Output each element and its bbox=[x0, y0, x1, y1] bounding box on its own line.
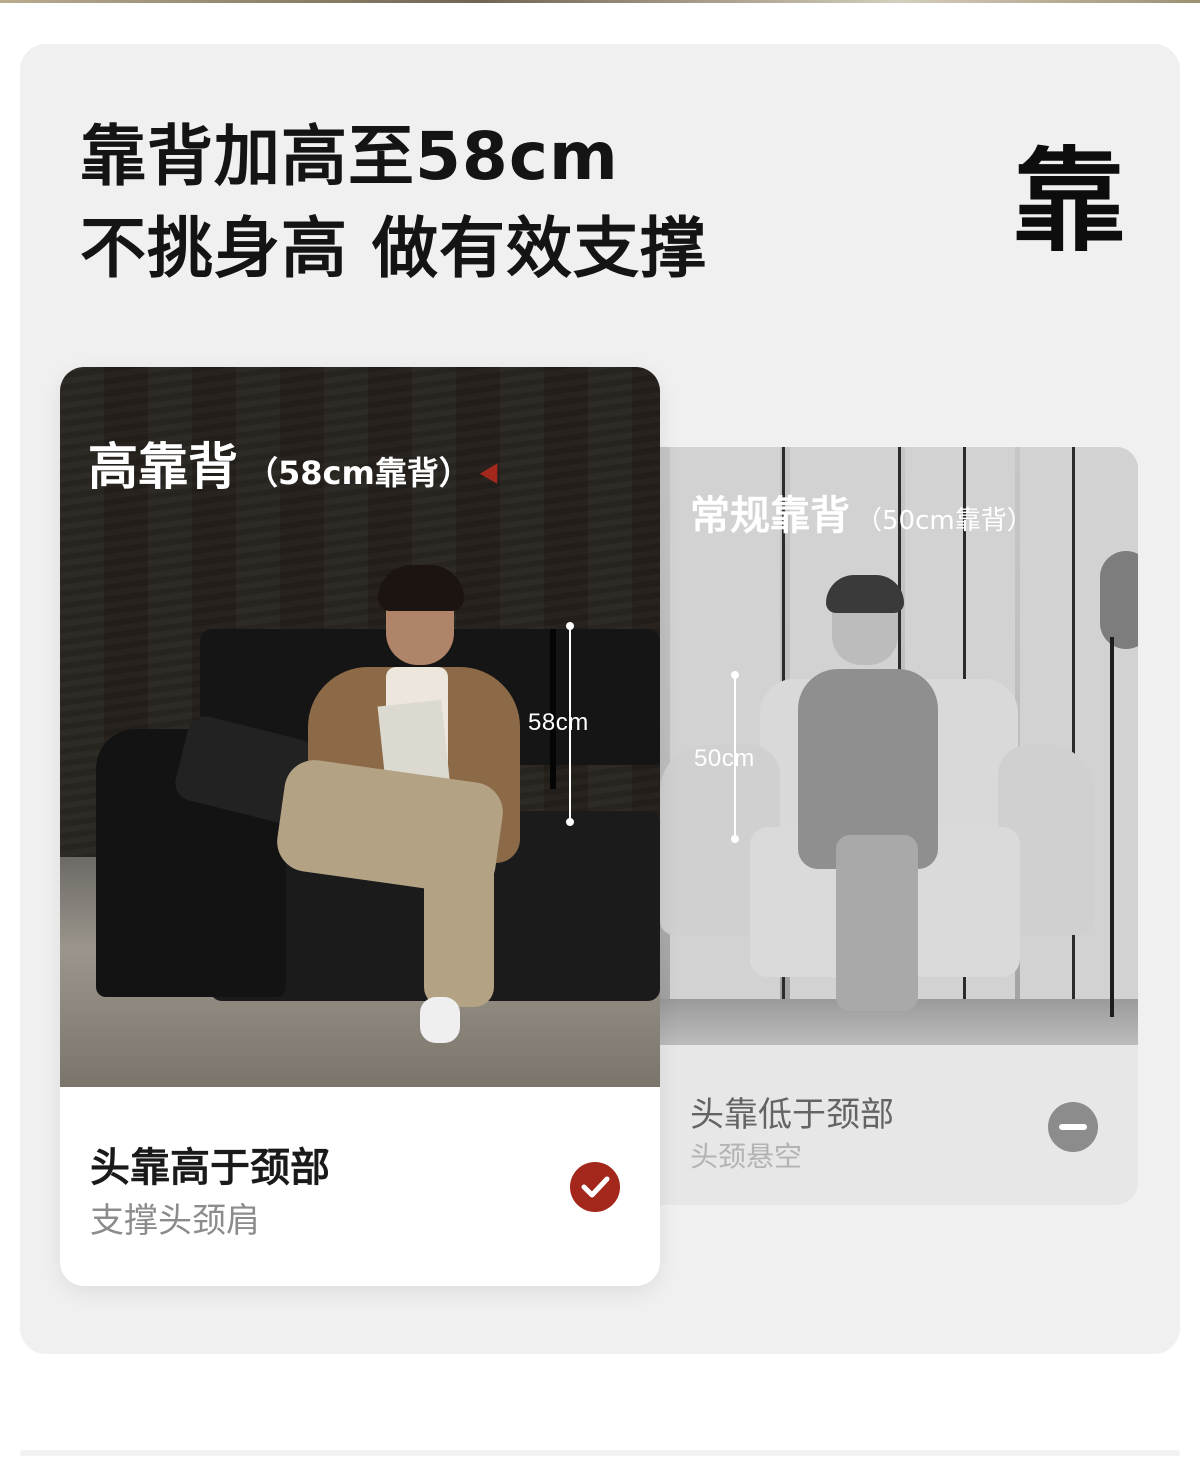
person-shin bbox=[424, 837, 494, 1007]
backrest-height-label: 58cm bbox=[528, 709, 589, 736]
top-decorative-strip bbox=[0, 0, 1200, 3]
card-title: 常规靠背 bbox=[690, 493, 850, 539]
person-hair bbox=[378, 565, 464, 611]
floor-lamp-pole bbox=[1110, 637, 1114, 1017]
high-backrest-card: 58cm 高靠背 （58cm靠背） 头靠高于颈部 支撑头颈肩 bbox=[60, 367, 660, 1286]
card-title-note: （50cm靠背） bbox=[856, 506, 1033, 536]
dimension-dot-bottom bbox=[731, 835, 739, 843]
high-caption-sub: 支撑头颈肩 bbox=[90, 1201, 260, 1241]
person-hair bbox=[826, 575, 904, 613]
minus-circle-icon bbox=[1048, 1102, 1098, 1152]
checkmark-icon bbox=[581, 1176, 610, 1198]
headline-line-2: 不挑身高 做有效支撑 bbox=[80, 210, 707, 287]
card-title: 高靠背 bbox=[88, 438, 238, 496]
regular-caption-main: 头靠低于颈部 bbox=[690, 1095, 894, 1135]
high-caption-main: 头靠高于颈部 bbox=[90, 1145, 330, 1191]
high-backrest-title: 高靠背 （58cm靠背） bbox=[88, 427, 507, 499]
person-sock bbox=[420, 997, 460, 1043]
floor-lamp-shade bbox=[1100, 551, 1138, 649]
section-divider bbox=[20, 1450, 1180, 1456]
check-circle-icon bbox=[570, 1162, 620, 1212]
dimension-dot-top bbox=[566, 622, 574, 630]
dimension-dot-bottom bbox=[566, 818, 574, 826]
regular-caption-sub: 头颈悬空 bbox=[690, 1140, 803, 1173]
regular-backrest-photo: 50cm 常规靠背 （50cm靠背） bbox=[600, 447, 1138, 1045]
person-legs bbox=[836, 835, 918, 1011]
card-title-note: （58cm靠背） bbox=[246, 454, 471, 492]
high-backrest-photo: 58cm 高靠背 （58cm靠背） bbox=[60, 367, 660, 1087]
dimension-dot-top bbox=[731, 671, 739, 679]
headline-line-1: 靠背加高至58cm bbox=[80, 118, 619, 195]
regular-backrest-card: 50cm 常规靠背 （50cm靠背） 头靠低于颈部 头颈悬空 bbox=[600, 447, 1138, 1205]
regular-backrest-title: 常规靠背 （50cm靠背） bbox=[690, 483, 1033, 541]
arrow-up-icon bbox=[479, 457, 507, 484]
feature-badge-char: 靠 bbox=[1013, 137, 1125, 267]
backrest-height-label: 50cm bbox=[694, 745, 755, 772]
